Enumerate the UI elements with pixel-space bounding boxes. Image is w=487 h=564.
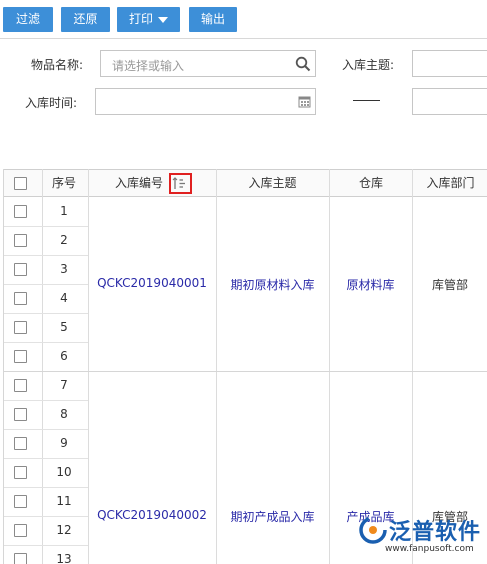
row-seq: 4 bbox=[60, 291, 68, 305]
date-start-field[interactable] bbox=[95, 88, 316, 115]
row-divider bbox=[4, 313, 88, 314]
print-label: 打印 bbox=[128, 12, 153, 26]
subject-label: 入库主题: bbox=[342, 58, 395, 72]
search-icon[interactable] bbox=[295, 56, 311, 75]
entry-subject-link[interactable]: 期初原材料入库 bbox=[216, 276, 329, 293]
row-checkbox[interactable] bbox=[14, 379, 27, 392]
row-seq: 3 bbox=[60, 262, 68, 276]
brand-name: 泛普软件 bbox=[389, 520, 482, 545]
entry-code-link[interactable]: QCKC2019040002 bbox=[88, 508, 216, 522]
col-divider bbox=[329, 169, 330, 564]
entry-subject-link[interactable]: 期初产成品入库 bbox=[216, 508, 329, 525]
reset-button[interactable]: 还原 bbox=[61, 7, 110, 32]
dept-cell: 库管部 bbox=[431, 278, 468, 292]
row-checkbox[interactable] bbox=[14, 234, 27, 247]
date-label: 入库时间: bbox=[25, 96, 78, 110]
row-seq: 11 bbox=[56, 494, 72, 508]
row-divider bbox=[4, 487, 88, 488]
row-checkbox[interactable] bbox=[14, 437, 27, 450]
row-seq: 7 bbox=[60, 378, 68, 392]
row-checkbox[interactable] bbox=[14, 408, 27, 421]
row-checkbox[interactable] bbox=[14, 524, 27, 537]
row-checkbox[interactable] bbox=[14, 205, 27, 218]
row-divider bbox=[4, 516, 88, 517]
col-header-subject[interactable]: 入库主题 bbox=[216, 170, 329, 198]
brand-watermark: 泛普软件 www.fanpusoft.com bbox=[355, 512, 487, 564]
select-all-checkbox[interactable] bbox=[14, 177, 27, 190]
row-divider bbox=[4, 342, 88, 343]
grid-header: 序号 入库编号 入库主题 仓库 入库部门 bbox=[4, 169, 487, 197]
row-checkbox[interactable] bbox=[14, 263, 27, 276]
brand-url: www.fanpusoft.com bbox=[385, 544, 474, 554]
row-seq: 2 bbox=[60, 233, 68, 247]
date-end-field[interactable] bbox=[412, 88, 487, 115]
col-header-seq: 序号 bbox=[51, 176, 76, 190]
row-divider bbox=[4, 284, 88, 285]
filter-button[interactable]: 过滤 bbox=[3, 7, 53, 32]
row-checkbox[interactable] bbox=[14, 350, 27, 363]
row-seq: 5 bbox=[60, 320, 68, 334]
row-seq: 9 bbox=[60, 436, 68, 450]
date-range-separator bbox=[353, 100, 380, 101]
item-name-field[interactable]: 请选择或输入 bbox=[100, 50, 316, 77]
row-checkbox[interactable] bbox=[14, 321, 27, 334]
sort-icon bbox=[172, 177, 185, 189]
group-divider bbox=[4, 371, 487, 372]
row-seq: 6 bbox=[60, 349, 68, 363]
row-checkbox[interactable] bbox=[14, 495, 27, 508]
row-seq: 8 bbox=[60, 407, 68, 421]
entry-code-link[interactable]: QCKC2019040001 bbox=[88, 276, 216, 290]
data-grid: 序号 入库编号 入库主题 仓库 入库部门 1 2 3 4 5 6 7 8 9 1… bbox=[3, 169, 487, 564]
toolbar-divider bbox=[0, 38, 487, 39]
col-header-warehouse[interactable]: 仓库 bbox=[330, 170, 412, 198]
row-divider bbox=[4, 545, 88, 546]
row-checkbox[interactable] bbox=[14, 553, 27, 564]
col-divider bbox=[216, 169, 217, 564]
row-seq: 13 bbox=[56, 552, 72, 564]
col-divider bbox=[88, 169, 89, 564]
row-seq: 1 bbox=[60, 204, 68, 218]
print-dropdown-button[interactable]: 打印 bbox=[117, 7, 180, 32]
export-button[interactable]: 输出 bbox=[189, 7, 237, 32]
toolbar: 过滤 还原 打印 输出 bbox=[0, 0, 487, 38]
row-checkbox[interactable] bbox=[14, 466, 27, 479]
row-divider bbox=[4, 400, 88, 401]
col-header-dept[interactable]: 入库部门 bbox=[413, 170, 487, 198]
col-divider bbox=[412, 169, 413, 564]
caret-down-icon bbox=[158, 16, 168, 23]
item-name-label: 物品名称: bbox=[31, 58, 84, 72]
item-name-placeholder: 请选择或输入 bbox=[112, 59, 185, 73]
subject-field[interactable] bbox=[412, 50, 487, 77]
brand-logo-icon bbox=[359, 516, 387, 544]
row-divider bbox=[4, 226, 88, 227]
row-divider bbox=[4, 458, 88, 459]
calendar-icon[interactable] bbox=[298, 95, 311, 111]
row-divider bbox=[4, 429, 88, 430]
row-checkbox[interactable] bbox=[14, 292, 27, 305]
sort-highlight-box[interactable] bbox=[169, 173, 192, 194]
row-divider bbox=[4, 255, 88, 256]
warehouse-link[interactable]: 原材料库 bbox=[329, 276, 412, 293]
row-seq: 10 bbox=[56, 465, 72, 479]
row-seq: 12 bbox=[56, 523, 72, 537]
